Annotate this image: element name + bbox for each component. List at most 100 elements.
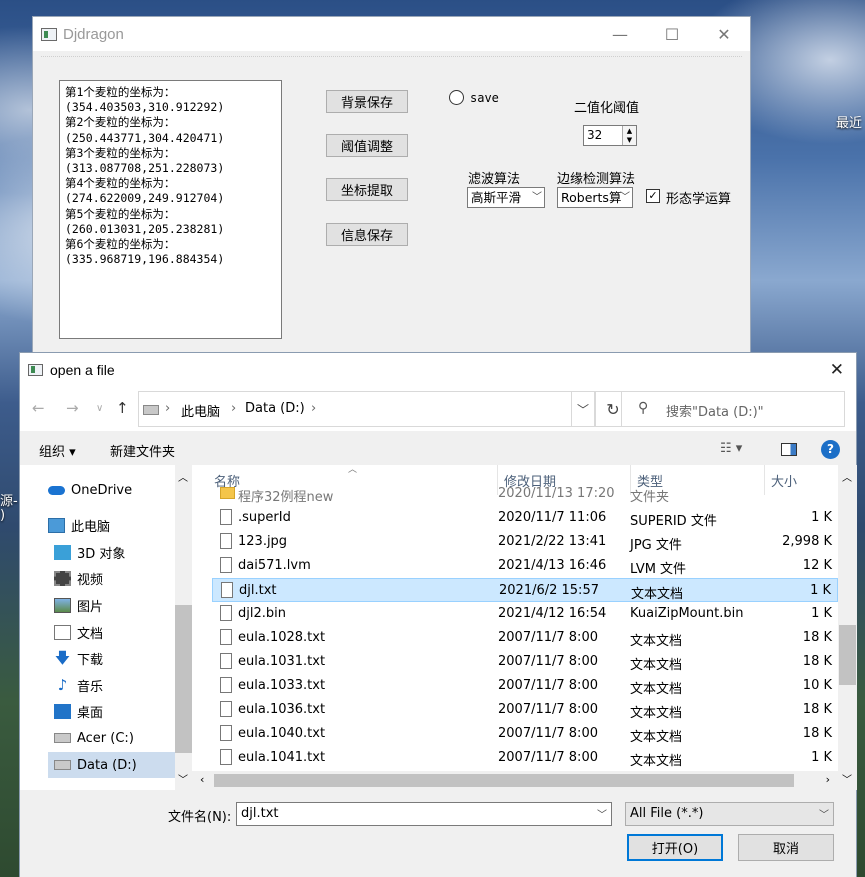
morphology-checkbox[interactable]: ✓ xyxy=(646,189,660,203)
scroll-left-icon[interactable]: ‹ xyxy=(200,773,204,786)
file-icon xyxy=(221,582,233,598)
open-button[interactable]: 打开(O) xyxy=(627,834,723,861)
forward-arrow-icon[interactable]: → xyxy=(66,399,79,417)
recent-dropdown-icon[interactable]: ∨ xyxy=(96,403,103,414)
file-row[interactable]: dai571.lvm 2021/4/13 16:46 LVM 文件 12 K xyxy=(212,554,838,578)
file-date: 2007/11/7 8:00 xyxy=(498,630,598,645)
back-arrow-icon[interactable]: ← xyxy=(32,399,45,417)
nav-item-desktop[interactable]: 桌面 xyxy=(54,698,103,724)
file-row[interactable]: eula.1036.txt 2007/11/7 8:00 文本文档 18 K xyxy=(212,698,838,722)
maximize-button[interactable]: ☐ xyxy=(646,17,698,51)
file-size: 1 K xyxy=(811,606,832,621)
save-radio-label: save xyxy=(470,91,499,105)
file-row[interactable]: eula.1041.txt 2007/11/7 8:00 文本文档 1 K xyxy=(212,746,838,770)
file-row[interactable]: eula.1040.txt 2007/11/7 8:00 文本文档 18 K xyxy=(212,722,838,746)
file-date: 2021/4/12 16:54 xyxy=(498,606,607,621)
nav-item-onedrive[interactable]: OneDrive xyxy=(48,477,132,503)
nav-item-data-d[interactable]: Data (D:) xyxy=(48,752,175,778)
file-list-scrollbar[interactable]: ︿ ﹀ xyxy=(838,465,857,790)
address-bar[interactable]: › 此电脑 › Data (D:) › xyxy=(138,391,572,427)
nav-item-this-pc[interactable]: 此电脑 xyxy=(48,512,110,538)
file-list: 名称 ︿ 修改日期 类型 大小 程序32例程new 2020/11/13 17:2… xyxy=(192,465,838,790)
file-date: 2007/11/7 8:00 xyxy=(498,750,598,765)
background-save-button[interactable]: 背景保存 xyxy=(326,90,408,113)
file-row[interactable]: 程序32例程new 2020/11/13 17:20 文件夹 xyxy=(212,482,838,506)
save-radio[interactable] xyxy=(449,90,464,105)
filename-input[interactable]: djl.txt ﹀ xyxy=(236,802,612,826)
desktop-label-recent[interactable]: 最近 xyxy=(836,112,862,131)
file-name: dai571.lvm xyxy=(238,558,311,573)
file-date: 2020/11/13 17:20 xyxy=(498,486,615,501)
nav-item-music[interactable]: ♪ 音乐 xyxy=(54,672,103,698)
nav-item-videos[interactable]: 视频 xyxy=(54,565,103,591)
file-type: 文本文档 xyxy=(631,587,684,602)
nav-pane-scrollbar[interactable]: ︿ ﹀ xyxy=(175,465,192,790)
nav-item-downloads[interactable]: 🡇 下载 xyxy=(54,645,103,671)
scroll-down-icon[interactable]: ﹀ xyxy=(178,771,188,786)
dialog-close-icon[interactable]: ✕ xyxy=(830,360,844,380)
help-icon[interactable]: ? xyxy=(821,440,840,459)
file-icon xyxy=(220,653,232,669)
breadcrumb-data-d[interactable]: Data (D:) xyxy=(245,401,305,416)
file-row[interactable]: eula.1033.txt 2007/11/7 8:00 文本文档 10 K xyxy=(212,674,838,698)
drive-icon xyxy=(54,733,71,743)
threshold-spinbox[interactable]: 32 ▲ ▼ xyxy=(583,125,637,146)
nav-item-pictures[interactable]: 图片 xyxy=(54,592,103,618)
spin-down-icon[interactable]: ▼ xyxy=(622,135,636,145)
hscroll-thumb[interactable] xyxy=(214,774,794,787)
nav-item-documents[interactable]: 文档 xyxy=(54,619,103,645)
file-row[interactable]: eula.1031.txt 2007/11/7 8:00 文本文档 18 K xyxy=(212,650,838,674)
file-row[interactable]: .superId 2020/11/7 11:06 SUPERID 文件 1 K xyxy=(212,506,838,530)
scroll-up-icon[interactable]: ︿ xyxy=(842,469,852,484)
file-name: eula.1028.txt xyxy=(238,630,326,645)
file-row[interactable]: 123.jpg 2021/2/22 13:41 JPG 文件 2,998 K xyxy=(212,530,838,554)
scroll-thumb[interactable] xyxy=(839,625,856,685)
scroll-down-icon[interactable]: ﹀ xyxy=(842,771,852,786)
file-row[interactable]: eula.1028.txt 2007/11/7 8:00 文本文档 18 K xyxy=(212,626,838,650)
new-folder-button[interactable]: 新建文件夹 xyxy=(110,441,175,460)
preview-pane-icon[interactable] xyxy=(781,443,797,456)
up-arrow-icon[interactable]: ↑ xyxy=(116,399,129,417)
file-icon xyxy=(220,629,232,645)
chevron-down-icon[interactable]: ﹀ xyxy=(597,806,607,821)
scroll-right-icon[interactable]: › xyxy=(826,773,830,786)
close-button[interactable]: ✕ xyxy=(698,17,750,51)
morphology-label: 形态学运算 xyxy=(666,192,732,207)
filter-select[interactable]: 高斯平滑 ﹀ xyxy=(467,187,545,208)
file-size: 1 K xyxy=(810,583,831,598)
edge-detect-select[interactable]: Roberts算 ﹀ xyxy=(557,187,633,208)
video-icon xyxy=(54,570,71,586)
file-row[interactable]: djl2.bin 2021/4/12 16:54 KuaiZipMount.bin 1… xyxy=(212,602,838,626)
coordinates-textbox[interactable]: 第1个麦粒的坐标为： (354.403503,310.912292) 第2个麦粒… xyxy=(59,80,282,339)
file-date: 2007/11/7 8:00 xyxy=(498,654,598,669)
file-name: eula.1041.txt xyxy=(238,750,326,765)
threshold-adjust-button[interactable]: 阈值调整 xyxy=(326,134,408,157)
coordinate-extract-button[interactable]: 坐标提取 xyxy=(326,178,408,201)
file-name: 123.jpg xyxy=(238,534,288,549)
app-titlebar[interactable]: Djdragon — ☐ ✕ xyxy=(33,17,750,51)
scroll-thumb[interactable] xyxy=(175,605,192,753)
cube-icon xyxy=(54,544,71,560)
filename-label: 文件名(N): xyxy=(168,810,232,825)
file-name: eula.1031.txt xyxy=(238,654,326,669)
info-save-button[interactable]: 信息保存 xyxy=(326,223,408,246)
search-input[interactable]: ⚲ 搜索"Data (D:)" xyxy=(621,391,845,427)
dialog-titlebar[interactable]: open a file ✕ xyxy=(20,353,856,387)
nav-item-3d-objects[interactable]: 3D 对象 xyxy=(54,539,125,565)
minimize-button[interactable]: — xyxy=(594,17,646,51)
edge-detect-value: Roberts算 xyxy=(561,190,622,205)
address-dropdown-icon[interactable]: ﹀ xyxy=(572,391,595,427)
file-icon xyxy=(220,701,232,717)
nav-item-acer-c[interactable]: Acer (C:) xyxy=(54,725,134,751)
scroll-up-icon[interactable]: ︿ xyxy=(178,469,188,484)
file-type: KuaiZipMount.bin xyxy=(630,606,744,621)
breadcrumb-this-pc[interactable]: 此电脑 xyxy=(181,401,220,420)
organize-menu[interactable]: 组织 ▾ xyxy=(39,441,76,460)
filetype-select[interactable]: All File (*.*) ﹀ xyxy=(625,802,834,826)
file-row[interactable]: djl.txt 2021/6/2 15:57 文本文档 1 K xyxy=(212,578,838,602)
cancel-button[interactable]: 取消 xyxy=(738,834,834,861)
view-options-icon[interactable]: ☷ ▾ xyxy=(720,441,742,456)
file-list-hscrollbar[interactable]: ‹ › xyxy=(192,771,838,790)
computer-icon xyxy=(48,517,65,533)
app-icon xyxy=(41,27,57,41)
